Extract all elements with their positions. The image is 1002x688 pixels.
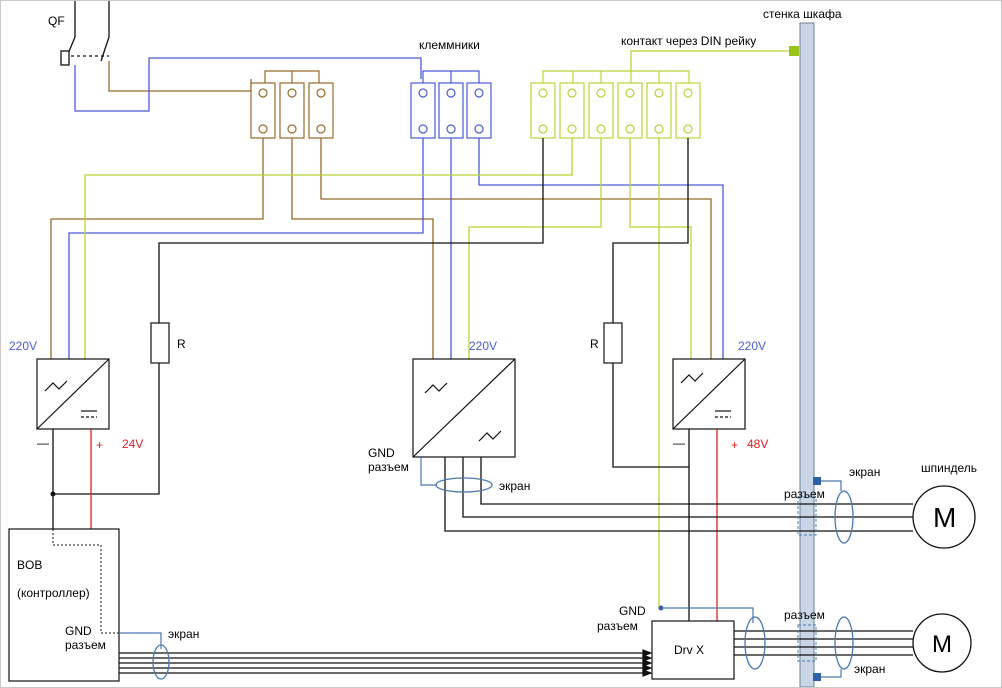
terminal-block-blue xyxy=(410,70,492,139)
psu-mid xyxy=(412,358,516,458)
connector-motor-label: разъем xyxy=(784,608,825,622)
terminal-block-ground xyxy=(530,70,701,139)
gnd-mid-label: GND xyxy=(368,446,395,460)
bob-shield-gnd xyxy=(119,632,162,649)
psu-24v-input-label: 220V xyxy=(9,339,37,353)
cabinet-wall-label: стенка шкафа xyxy=(763,7,842,21)
cabinet-wall xyxy=(799,22,815,687)
wire-brown-psu-mid xyxy=(291,138,434,359)
terminal-block-brown xyxy=(250,70,334,139)
wire-din-ground xyxy=(630,50,789,71)
spindle-connector-mark xyxy=(813,477,821,485)
wire-ground-psu-right xyxy=(629,138,692,359)
terminals-label: клеммники xyxy=(419,38,480,52)
drv-label: Drv X xyxy=(674,643,704,657)
wire-spindle-2 xyxy=(462,457,913,518)
shield-motor-label: экран xyxy=(854,662,885,676)
motor-spindle-label: M xyxy=(933,502,956,533)
motor-shield-ground xyxy=(821,669,842,678)
wire-mid-gnd-connector xyxy=(420,457,437,486)
shield-drv-out xyxy=(744,616,766,670)
gnd-bob-connector-label: разъем xyxy=(65,638,106,652)
psu-48v-plus: + xyxy=(731,438,738,452)
shield-motor xyxy=(834,616,854,670)
shield-spindle-label: экран xyxy=(849,465,880,479)
resistor-left-label: R xyxy=(177,337,186,351)
psu-48v xyxy=(672,358,746,430)
qf-label: QF xyxy=(48,14,65,28)
wire-qf-neutral xyxy=(74,57,422,112)
wire-ground-psu-mid xyxy=(468,138,602,359)
wire-blue-psu-left xyxy=(68,138,424,359)
spindle-label: шпиндель xyxy=(921,461,977,475)
signal-bus xyxy=(119,649,653,677)
psu-48v-value: 48V xyxy=(747,437,768,451)
din-contact-label: контакт через DIN рейку xyxy=(621,34,756,48)
wire-spindle-1 xyxy=(444,457,913,532)
shield-bob-label: экран xyxy=(168,627,199,641)
din-contact-point xyxy=(789,46,799,56)
gnd-drv-label: GND xyxy=(619,604,646,618)
psu-24v xyxy=(36,358,110,430)
wiring-diagram: стенка шкафа контакт через DIN рейку QF … xyxy=(0,0,1002,688)
resistor-left xyxy=(150,322,170,364)
bob-label: BOB xyxy=(17,558,42,572)
psu-24v-plus: + xyxy=(96,438,103,452)
junction-left xyxy=(50,491,56,497)
connector-spindle-label: разъем xyxy=(784,487,825,501)
motor-x-label: M xyxy=(932,631,952,658)
wire-brown-psu-right xyxy=(320,138,712,359)
wire-black-resistor-right xyxy=(612,138,689,323)
shield-mid-label: экран xyxy=(499,479,530,493)
psu-48v-minus: — xyxy=(673,436,685,450)
shield-bob xyxy=(152,644,170,680)
resistor-right-label: R xyxy=(590,337,599,351)
gnd-bob-label: GND xyxy=(65,624,92,638)
wire-black-resistor-left xyxy=(158,138,544,323)
wire-qf-phase xyxy=(108,61,252,92)
psu-mid-input-label: 220V xyxy=(469,339,497,353)
psu-48v-input-label: 220V xyxy=(738,339,766,353)
gnd-drv-connector-label: разъем xyxy=(597,619,638,633)
bob-sublabel: (контроллер) xyxy=(17,586,90,600)
resistor-right xyxy=(603,322,623,364)
gnd-mid-connector-label: разъем xyxy=(368,460,409,474)
psu-24v-minus: — xyxy=(37,436,49,450)
psu-24v-value: 24V xyxy=(122,437,143,451)
bob-controller xyxy=(8,528,120,682)
diagram-canvas: стенка шкафа контакт через DIN рейку QF … xyxy=(8,1,977,687)
qf-breaker xyxy=(60,1,110,66)
motor-connector-mark xyxy=(813,673,821,681)
